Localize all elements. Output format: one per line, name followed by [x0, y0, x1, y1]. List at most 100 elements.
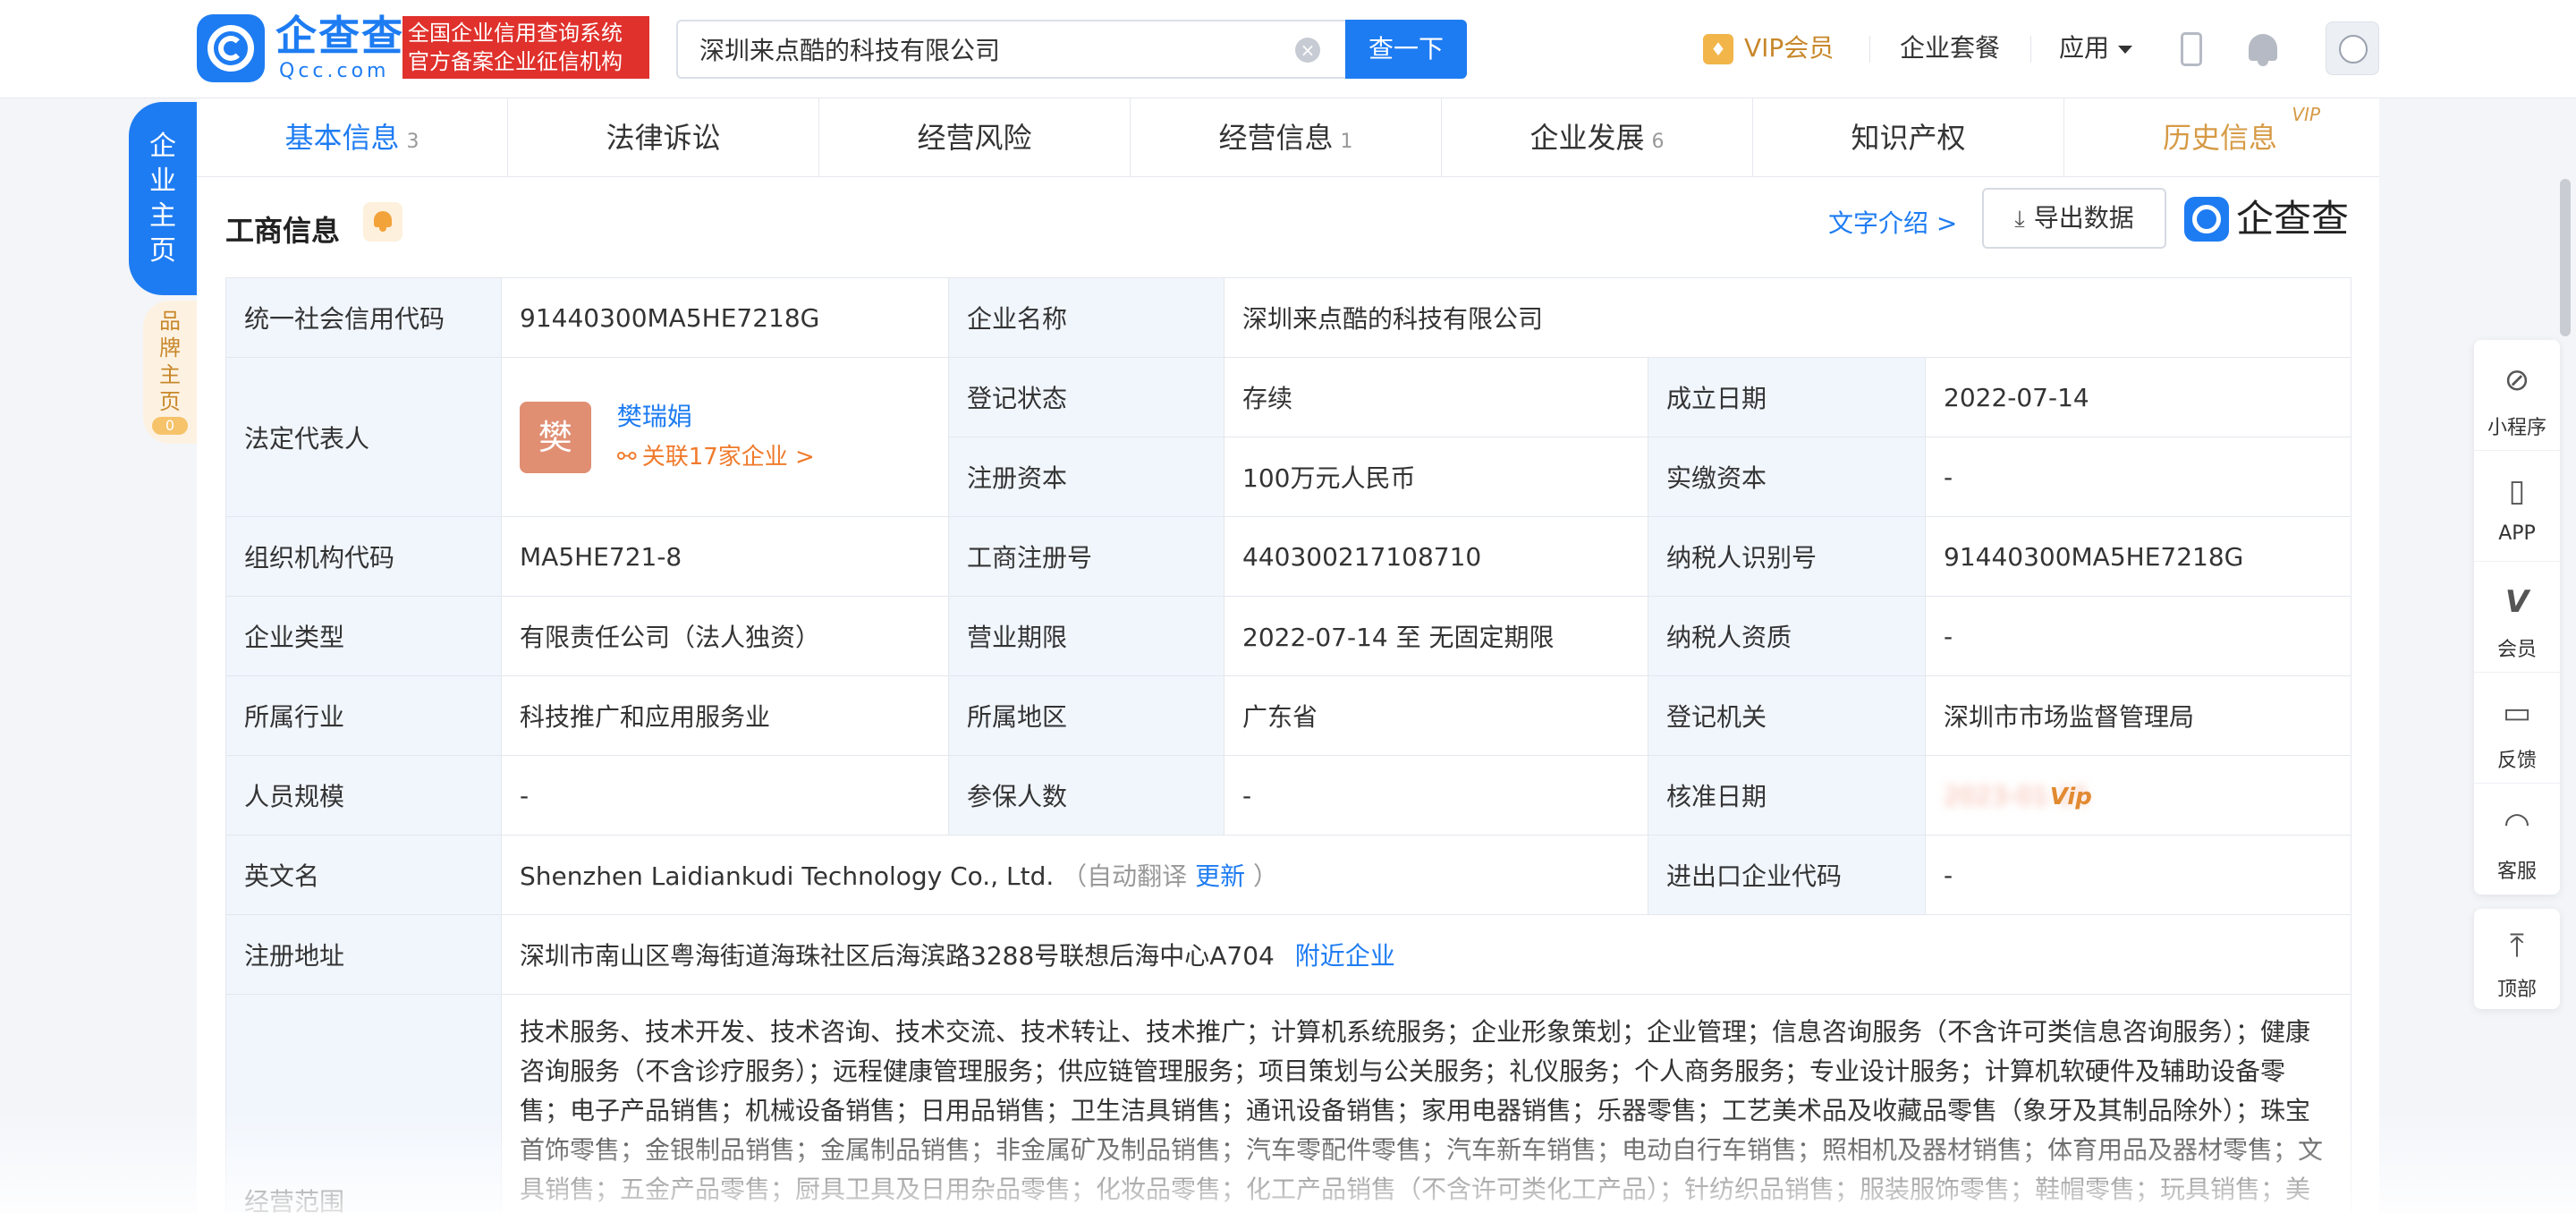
member-button[interactable]: V 会员 [2474, 562, 2560, 673]
tab-history-info[interactable]: 历史信息 VIP [2064, 98, 2376, 177]
mini-program-button[interactable]: ⊘ 小程序 [2474, 340, 2560, 451]
company-type-value: 有限责任公司（法人独资） [501, 596, 949, 676]
company-home-tab[interactable]: 企 业 主 页 [129, 102, 197, 295]
tab-label: 经营信息 [1218, 121, 1334, 155]
customer-service-button[interactable]: ◠ 客服 [2474, 784, 2560, 895]
subscribe-bell-icon[interactable] [363, 202, 402, 242]
mobile-phone-icon[interactable] [2174, 30, 2209, 68]
slogan-line-2: 官方备案企业征信机构 [408, 49, 623, 74]
side-tab-char: 主 [149, 200, 176, 232]
user-avatar[interactable] [2326, 21, 2379, 75]
nearby-companies-link[interactable]: 附近企业 [1295, 941, 1395, 971]
table-row: 人员规模 - 参保人数 - 核准日期 2023-01-15Vip [225, 755, 2351, 836]
region-label: 所属地区 [948, 675, 1224, 756]
tab-legal-litigation[interactable]: 法律诉讼 [508, 98, 819, 177]
float-item-label: 反馈 [2496, 750, 2537, 772]
found-date-value: 2022-07-14 [1925, 357, 2351, 437]
search-button[interactable]: 查一下 [1345, 20, 1467, 79]
page-scrollbar[interactable] [2560, 179, 2571, 336]
tab-basic-info[interactable]: 基本信息 3 [197, 98, 508, 177]
phone-app-icon: ▯ [2508, 473, 2526, 509]
industry-label: 所属行业 [225, 675, 502, 756]
reg-status-label: 登记状态 [948, 357, 1224, 437]
tab-development[interactable]: 企业发展 6 [1442, 98, 1753, 177]
table-row: 组织机构代码 MA5HE721-8 工商注册号 440300217108710 … [225, 516, 2351, 597]
brand-home-tab[interactable]: 品 牌 主 页 0 [143, 301, 197, 444]
tab-count: 1 [1340, 131, 1353, 153]
clear-icon[interactable]: × [1295, 38, 1320, 63]
feedback-chat-icon: ▭ [2502, 695, 2532, 731]
taxpayer-qual-value: - [1925, 596, 2351, 676]
taxpayer-id-value: 91440300MA5HE7218G [1925, 516, 2351, 597]
back-to-top-button[interactable]: ⤒ 顶部 [2474, 909, 2560, 1009]
slogan-line-1: 全国企业信用查询系统 [408, 21, 623, 46]
staff-size-value: - [501, 755, 949, 836]
search-input[interactable] [678, 21, 1268, 77]
tab-count: 3 [406, 131, 419, 153]
table-row: 所属行业 科技推广和应用服务业 所属地区 广东省 登记机关 深圳市市场监督管理局 [225, 675, 2351, 756]
import-export-label: 进出口企业代码 [1648, 835, 1926, 915]
approval-date-value[interactable]: 2023-01-15Vip [1925, 755, 2351, 836]
legal-rep-cell: 樊 樊瑞娟 ⚯ 关联17家企业 > [501, 357, 949, 517]
business-info-table: 统一社会信用代码 91440300MA5HE7218G 企业名称 深圳来点酷的科… [225, 277, 2351, 1213]
floating-toolbar: ⊘ 小程序 ▯ APP V 会员 ▭ 反馈 ◠ 客服 ⤒ 顶部 [2474, 340, 2560, 1009]
vip-lock-icon: Vip [2049, 783, 2092, 810]
header-divider [1869, 36, 1870, 63]
taxpayer-qual-label: 纳税人资质 [1648, 596, 1926, 676]
header-divider [2030, 36, 2031, 63]
avatar-face-icon [2339, 35, 2368, 64]
tab-business-info[interactable]: 经营信息 1 [1131, 98, 1442, 177]
company-type-label: 企业类型 [225, 596, 502, 676]
float-item-label: 小程序 [2487, 417, 2546, 439]
tab-business-risk[interactable]: 经营风险 [819, 98, 1131, 177]
table-row: 企业类型 有限责任公司（法人独资） 营业期限 2022-07-14 至 无固定期… [225, 596, 2351, 676]
notification-bell-icon[interactable] [2245, 30, 2281, 68]
text-intro-link[interactable]: 文字介绍 > [1828, 199, 1957, 249]
table-row: 英文名 Shenzhen Laidiankudi Technology Co.,… [225, 835, 2351, 915]
logo-title: 企查查 [275, 12, 404, 60]
associated-companies-link[interactable]: ⚯ 关联17家企业 > [617, 444, 815, 471]
app-button[interactable]: ▯ APP [2474, 451, 2560, 562]
side-tab-char: 页 [149, 235, 176, 267]
tab-label: 法律诉讼 [606, 121, 721, 155]
legal-rep-avatar[interactable]: 樊 [520, 401, 591, 473]
tab-label: 企业发展 [1530, 121, 1645, 155]
table-row: 法定代表人 樊 樊瑞娟 ⚯ 关联17家企业 > 登记状态 存续 成立日期 2022… [225, 357, 2351, 517]
apps-menu[interactable]: 应用 [2059, 29, 2133, 68]
tab-label: 基本信息 [284, 121, 400, 155]
tab-count: 6 [1651, 131, 1665, 153]
logo-subtitle: Qcc.com [279, 60, 390, 82]
paid-capital-value: - [1925, 437, 2351, 517]
company-name-value: 深圳来点酷的科技有限公司 [1224, 277, 2351, 358]
update-translation-link[interactable]: 更新 [1195, 861, 1245, 891]
vip-member-label: VIP会员 [1744, 33, 1835, 63]
slogan-badge: 全国企业信用查询系统 官方备案企业征信机构 [402, 16, 649, 79]
industry-value: 科技推广和应用服务业 [501, 675, 949, 756]
qcc-logo[interactable]: 企查查 Qcc.com [197, 14, 402, 82]
address-cell: 深圳市南山区粤海街道海珠社区后海滨路3288号联想后海中心A704 附近企业 [501, 914, 2351, 995]
float-item-label: 客服 [2496, 861, 2537, 883]
side-tab-char: 品 [159, 309, 181, 334]
float-item-label: APP [2498, 522, 2536, 545]
enterprise-plan-link[interactable]: 企业套餐 [1900, 29, 2000, 68]
company-name-label: 企业名称 [948, 277, 1224, 358]
download-icon: ⤓ [2014, 206, 2025, 233]
brand-logo-text: 企查查 [2236, 197, 2350, 241]
side-tab-char: 牌 [159, 335, 181, 361]
biz-term-label: 营业期限 [948, 596, 1224, 676]
legal-rep-name-link[interactable]: 樊瑞娟 [617, 402, 692, 431]
reg-capital-value: 100万元人民币 [1224, 437, 1648, 517]
feedback-button[interactable]: ▭ 反馈 [2474, 673, 2560, 784]
insured-value: - [1224, 755, 1648, 836]
tab-intellectual-property[interactable]: 知识产权 [1753, 98, 2064, 177]
vip-crown-icon: ♦ [1703, 34, 1733, 64]
side-tab-char: 业 [149, 165, 176, 197]
auto-translate-end: ） [1253, 861, 1279, 891]
auto-translate-note: （自动翻译 [1062, 861, 1188, 891]
main-panel: 基本信息 3 法律诉讼 经营风险 经营信息 1 企业发展 6 知识产权 历史信息 VIP… [197, 98, 2379, 1213]
arrow-up-icon: ⤒ [2510, 928, 2524, 964]
import-export-value: - [1925, 835, 2351, 915]
export-data-button[interactable]: ⤓ 导出数据 [1982, 188, 2166, 249]
vip-member-link[interactable]: ♦ VIP会员 [1703, 29, 1834, 68]
approval-date-label: 核准日期 [1648, 755, 1926, 836]
